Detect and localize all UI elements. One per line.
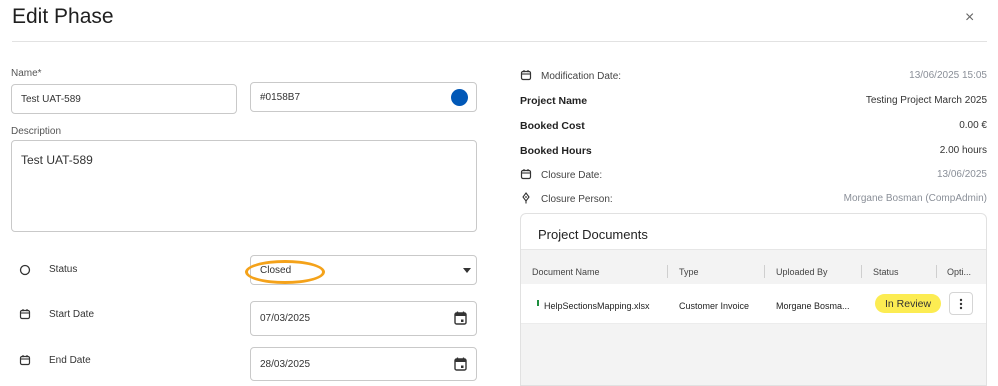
calendar-icon <box>520 168 532 183</box>
more-options-button[interactable] <box>949 292 973 315</box>
closure-person-label: Closure Person: <box>541 194 613 205</box>
booked-hours-value: 2.00 hours <box>939 145 987 156</box>
booked-cost-label: Booked Cost <box>520 120 585 132</box>
column-header-uploaded-by[interactable]: Uploaded By <box>776 267 828 277</box>
closure-date-value: 13/06/2025 <box>936 169 987 180</box>
document-name[interactable]: HelpSectionsMapping.xlsx <box>544 301 650 311</box>
pen-icon <box>520 192 532 207</box>
calendar-icon <box>18 353 32 367</box>
modification-date-label: Modification Date: <box>541 71 622 82</box>
column-header-document-name[interactable]: Document Name <box>532 267 600 277</box>
start-date-label: Start Date <box>49 309 95 320</box>
column-separator <box>861 265 862 278</box>
description-value: Test UAT-589 <box>21 153 93 167</box>
documents-table-header: Document Name Type Uploaded By Status Op… <box>521 249 986 284</box>
excel-file-icon <box>537 300 539 306</box>
project-documents-panel: Project Documents Document Name Type Upl… <box>520 213 987 386</box>
description-label: Description <box>11 126 62 137</box>
color-value: #0158B7 <box>260 91 301 103</box>
name-label: Name* <box>11 68 42 79</box>
status-circle-icon <box>18 263 32 277</box>
end-date-label: End Date <box>49 355 91 366</box>
closure-person-value: Morgane Bosman (CompAdmin) <box>843 193 987 204</box>
close-icon[interactable]: × <box>965 9 974 27</box>
document-type: Customer Invoice <box>679 301 750 311</box>
modification-date-row: Modification Date: <box>520 69 621 84</box>
closure-person-row: Closure Person: <box>520 192 613 207</box>
description-field[interactable]: Test UAT-589 <box>11 140 477 232</box>
start-date-value: 07/03/2025 <box>260 313 311 324</box>
title-divider <box>12 41 987 42</box>
closure-date-row: Closure Date: <box>520 168 602 183</box>
booked-cost-value: 0.00 € <box>959 120 987 131</box>
column-separator <box>936 265 937 278</box>
document-uploaded-by: Morgane Bosma... <box>776 301 850 311</box>
calendar-icon <box>520 69 532 84</box>
column-header-status[interactable]: Status <box>873 267 899 277</box>
project-name-label: Project Name <box>520 95 588 107</box>
project-documents-title: Project Documents <box>538 227 648 242</box>
table-row[interactable]: HelpSectionsMapping.xlsx Customer Invoic… <box>521 284 986 324</box>
status-value: Closed <box>260 264 292 276</box>
calendar-picker-icon[interactable] <box>454 357 467 374</box>
calendar-icon <box>18 307 32 321</box>
color-swatch[interactable] <box>451 89 468 106</box>
calendar-picker-icon[interactable] <box>454 311 467 328</box>
name-value: Test UAT-589 <box>21 93 81 105</box>
status-label: Status <box>49 264 78 275</box>
closure-date-label: Closure Date: <box>541 170 603 181</box>
status-badge: In Review <box>875 294 942 313</box>
table-empty-area <box>521 324 986 385</box>
status-select[interactable]: Closed <box>250 255 477 285</box>
end-date-field[interactable]: 28/03/2025 <box>250 347 477 381</box>
modification-date-value: 13/06/2025 15:05 <box>909 70 987 81</box>
color-field[interactable]: #0158B7 <box>250 82 477 112</box>
project-name-value: Testing Project March 2025 <box>865 95 987 106</box>
column-header-type[interactable]: Type <box>679 267 699 277</box>
column-header-options[interactable]: Opti... <box>947 267 971 277</box>
name-field[interactable]: Test UAT-589 <box>11 84 237 114</box>
column-separator <box>764 265 765 278</box>
dialog-title: Edit Phase <box>12 5 114 28</box>
column-separator <box>667 265 668 278</box>
chevron-down-icon <box>463 268 471 273</box>
end-date-value: 28/03/2025 <box>260 358 311 370</box>
booked-hours-label: Booked Hours <box>520 145 592 157</box>
start-date-field[interactable]: 07/03/2025 <box>250 301 477 336</box>
